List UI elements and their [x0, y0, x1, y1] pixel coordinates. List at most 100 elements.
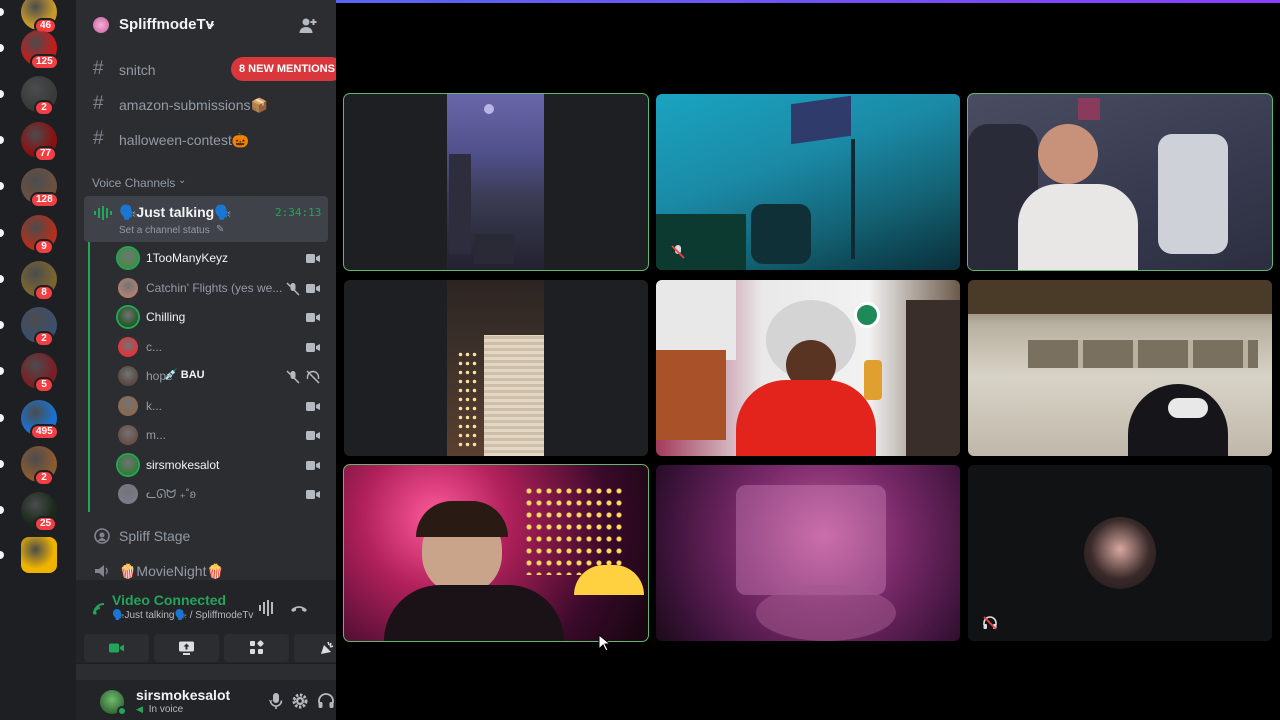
server-unread-indicator [0, 229, 4, 237]
deafened-icon [306, 370, 320, 384]
camera-icon [306, 490, 320, 499]
channel-sidebar: SpliffmodeTv ⌄ # snitch 8 NEW MENTIONS #… [76, 0, 359, 720]
text-channel-icon: # [93, 93, 104, 114]
voice-user-name: ᓚᘏᗢ ₊˚ʚ [146, 487, 196, 501]
voice-channel-spliff-stage[interactable]: Spliff Stage [84, 520, 328, 552]
video-tile-3[interactable] [967, 93, 1273, 271]
server-unread-indicator [0, 460, 4, 468]
video-tile-9[interactable] [968, 465, 1272, 641]
video-tile-4[interactable] [344, 280, 648, 456]
camera-icon [306, 342, 320, 352]
video-tile-2[interactable] [656, 94, 960, 270]
voice-connected-title[interactable]: Video Connected [112, 592, 226, 608]
video-feed [656, 465, 960, 641]
channel-label: snitch [119, 62, 156, 78]
voice-channel-name: 🗣️Just talking🗣️ [119, 204, 232, 220]
camera-icon [306, 431, 320, 440]
avatar [118, 277, 138, 298]
voice-user-row[interactable]: 1TooManyKeyz [84, 244, 328, 273]
chevron-down-icon[interactable]: ⌄ [267, 694, 275, 705]
chevron-down-icon: ⌄ [206, 15, 217, 30]
call-timer: 2:34:13 [275, 206, 322, 219]
screen-share-button[interactable] [154, 634, 219, 662]
user-voice-status-text: In voice [148, 704, 184, 715]
channel-label: halloween-contest🎃 [119, 132, 250, 148]
gear-icon[interactable] [291, 692, 309, 710]
channel-amazon-submissions[interactable]: # amazon-submissions📦 [84, 89, 328, 121]
avatar [118, 425, 138, 445]
server-mention-badge: 25 [34, 516, 58, 532]
muted-mic-icon [286, 281, 300, 296]
avatar [1084, 517, 1156, 589]
channel-label: 🍿MovieNight🍿 [119, 563, 224, 579]
voice-user-name: c... [146, 339, 163, 354]
server-unread-indicator [0, 506, 4, 514]
server-mention-badge: 2 [34, 100, 54, 116]
pencil-icon[interactable]: ✎ [216, 224, 224, 235]
activities-button[interactable] [224, 634, 289, 662]
avatar [118, 248, 138, 268]
speaker-icon: ◀ [136, 704, 143, 714]
server-mention-badge: 9 [34, 239, 54, 255]
voice-user-row[interactable]: k... [84, 392, 328, 421]
server-mention-badge: 8 [34, 285, 54, 301]
accent-bar [336, 0, 1280, 3]
video-feed [968, 280, 1272, 456]
noise-suppression-icon[interactable] [258, 600, 276, 616]
screen-share-icon [179, 641, 194, 655]
voice-user-row[interactable]: ᓚᘏᗢ ₊˚ʚ [84, 480, 328, 509]
avatar [118, 366, 138, 386]
voice-user-row[interactable]: Chilling [84, 303, 328, 332]
voice-category-label[interactable]: Voice Channels [92, 176, 175, 190]
add-member-icon[interactable] [298, 16, 318, 36]
muted-mic-icon [671, 245, 685, 259]
voice-user-row[interactable]: c... [84, 333, 328, 362]
video-tile-6[interactable] [968, 280, 1272, 456]
camera-icon [306, 313, 320, 322]
headphones-icon[interactable] [317, 692, 335, 710]
connection-signal-icon[interactable] [92, 602, 110, 616]
voice-user-row[interactable]: hope 💉 BAU [84, 362, 328, 391]
video-tile-1[interactable] [343, 93, 649, 271]
server-unread-indicator [0, 136, 4, 144]
voice-channel-just-talking[interactable]: 🗣️Just talking🗣️ 2:34:13 Set a channel s… [84, 196, 328, 242]
online-status-dot [117, 706, 127, 716]
server-mention-badge: 5 [34, 377, 54, 393]
user-name[interactable]: sirsmokesalot [136, 687, 230, 703]
server-guild-icon [93, 17, 109, 33]
video-stage [336, 0, 1280, 720]
server-unread-indicator [0, 414, 4, 422]
voice-connected-subtitle[interactable]: 🗣️Just talking🗣️ / SpliffmodeTv [112, 610, 253, 621]
soundboard-icon [321, 641, 334, 654]
video-feed [656, 94, 960, 270]
video-tile-7[interactable] [343, 464, 649, 642]
voice-status-panel: Video Connected 🗣️Just talking🗣️ / Splif… [76, 580, 359, 664]
camera-toggle-button[interactable] [84, 634, 149, 662]
voice-user-row[interactable]: sirsmokesalot [84, 451, 328, 480]
voice-user-row[interactable]: Catchin' Flights (yes we... [84, 274, 328, 303]
server-unread-indicator [0, 321, 4, 329]
camera-icon [306, 283, 320, 293]
text-channel-icon: # [93, 128, 104, 149]
server-unread-indicator [0, 44, 4, 52]
video-feed [344, 94, 648, 270]
channel-label: amazon-submissions📦 [119, 97, 268, 113]
chevron-down-icon: ⌄ [178, 175, 187, 186]
server-rail: 46 125 2 77 128 9 8 2 5 495 2 25 [0, 0, 76, 720]
new-mentions-pill[interactable]: 8 NEW MENTIONS [231, 57, 343, 81]
server-mention-badge: 2 [34, 331, 54, 347]
avatar [118, 336, 138, 357]
server-yellow-icon[interactable] [21, 537, 57, 573]
camera-icon [109, 643, 124, 653]
video-tile-8[interactable] [656, 465, 960, 641]
video-feed [968, 94, 1272, 270]
video-tile-5[interactable] [656, 280, 960, 456]
set-channel-status[interactable]: Set a channel status [119, 225, 210, 236]
voice-user-name: sirsmokesalot [146, 457, 220, 472]
channel-halloween-contest[interactable]: # halloween-contest🎃 [84, 124, 328, 156]
voice-user-row[interactable]: m... [84, 421, 328, 450]
disconnect-icon[interactable] [290, 600, 308, 616]
text-channel-icon: # [93, 58, 104, 79]
server-header[interactable]: SpliffmodeTv ⌄ [76, 0, 336, 52]
avatar [118, 454, 138, 475]
